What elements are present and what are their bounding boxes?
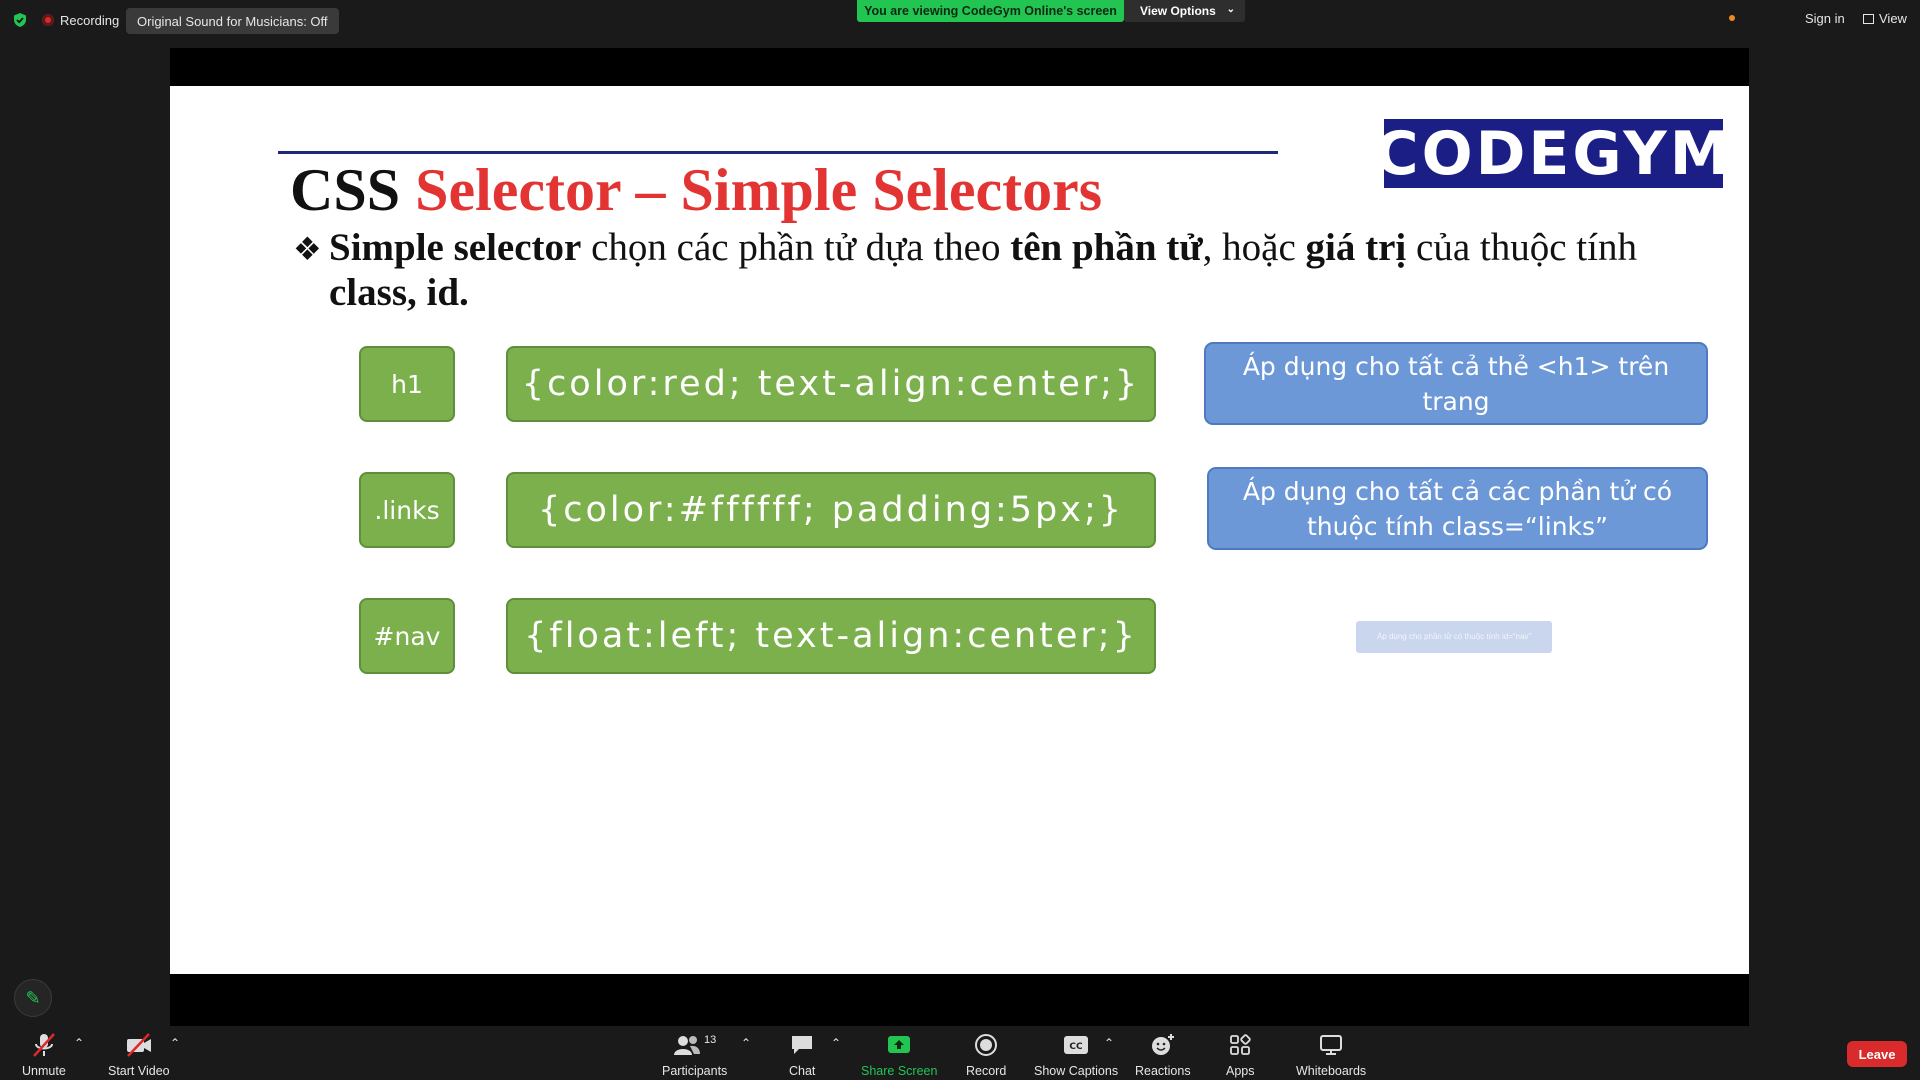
bullet-bold: class, id. — [329, 271, 469, 314]
meeting-top-bar: Recording Original Sound for Musicians: … — [0, 0, 1920, 40]
code-box: {float:left; text-align:center;} — [506, 598, 1156, 674]
svg-text:CC: CC — [1069, 1042, 1083, 1052]
selector-box: #nav — [359, 598, 455, 674]
record-button[interactable]: Record — [966, 1031, 1006, 1078]
annotate-pen-icon[interactable]: ✎ — [14, 979, 52, 1017]
apps-button[interactable]: Apps — [1226, 1031, 1255, 1078]
meeting-toolbar — [0, 1026, 1920, 1080]
show-captions-label: Show Captions — [1034, 1064, 1119, 1078]
participants-caret-icon[interactable]: ⌃ — [741, 1036, 751, 1050]
title-css: CSS — [290, 157, 416, 223]
audio-options-caret-icon[interactable]: ⌃ — [74, 1036, 84, 1050]
microphone-muted-icon — [32, 1033, 55, 1057]
diamond-bullet-icon: ❖ — [293, 231, 322, 267]
bullet-text: chọn các phần tử dựa theo — [581, 226, 1011, 269]
participants-count: 13 — [704, 1034, 717, 1046]
description-box: Áp dụng cho tất cả các phần tử có thuộc … — [1207, 467, 1708, 550]
chat-icon — [792, 1036, 813, 1054]
title-selector: Selector – Simple Selectors — [415, 157, 1103, 223]
closed-captions-icon: CC — [1064, 1036, 1089, 1054]
description-box: Áp dụng cho tất cả thẻ <h1> trên trang — [1204, 342, 1708, 425]
codegym-logo: CODEGYM — [1374, 118, 1733, 189]
participants-label: Participants — [662, 1064, 728, 1078]
selector-box: h1 — [359, 346, 455, 422]
video-off-icon — [126, 1033, 151, 1057]
apps-label: Apps — [1226, 1064, 1255, 1078]
whiteboards-label: Whiteboards — [1296, 1064, 1367, 1078]
unmute-label: Unmute — [22, 1064, 66, 1078]
bullet-text: của thuộc tính — [1406, 226, 1637, 269]
unmute-button[interactable]: Unmute — [22, 1031, 66, 1078]
code-box: {color:red; text-align:center;} — [506, 346, 1156, 422]
apps-icon — [1230, 1034, 1251, 1055]
bullet-bold: giá trị — [1305, 226, 1407, 269]
chevron-down-icon: ⌄ — [1226, 4, 1235, 15]
shield-check-icon[interactable] — [12, 12, 28, 28]
recording-indicator[interactable]: Recording — [42, 10, 119, 30]
presentation-slide: CODEGYM CSS Selector – Simple Selectors … — [170, 86, 1749, 974]
selector-box: .links — [359, 472, 455, 548]
reactions-button[interactable]: Reactions — [1135, 1031, 1191, 1078]
reactions-icon — [1151, 1034, 1174, 1055]
code-box: {color:#ffffff; padding:5px;} — [506, 472, 1156, 548]
bullet-term: Simple selector — [329, 226, 582, 269]
chat-caret-icon[interactable]: ⌃ — [831, 1036, 841, 1050]
leave-button[interactable]: Leave — [1847, 1041, 1907, 1067]
chat-button[interactable]: Chat — [789, 1031, 815, 1078]
reactions-label: Reactions — [1135, 1064, 1191, 1078]
notification-dot — [1729, 15, 1735, 21]
original-sound-toggle[interactable]: Original Sound for Musicians: Off — [126, 8, 339, 34]
participants-button[interactable]: 13 Participants — [662, 1031, 727, 1078]
slide-bullet: ❖ Simple selector chọn các phần tử dựa th… — [293, 226, 1693, 314]
view-options-button[interactable]: View Options ⌄ — [1124, 0, 1245, 22]
captions-caret-icon[interactable]: ⌃ — [1104, 1036, 1114, 1050]
start-video-button[interactable]: Start Video — [108, 1031, 170, 1078]
slide-title: CSS Selector – Simple Selectors — [290, 156, 1102, 225]
sign-in-link[interactable]: Sign in — [1805, 11, 1845, 26]
view-label: View — [1879, 11, 1907, 26]
bullet-bold: tên phần tử — [1010, 226, 1203, 269]
description-box-animating: Áp dụng cho phần tử có thuộc tính id=“na… — [1356, 621, 1552, 653]
start-video-label: Start Video — [108, 1064, 170, 1078]
view-button[interactable]: View — [1863, 11, 1907, 26]
grid-view-icon — [1863, 13, 1874, 24]
share-screen-icon — [888, 1036, 911, 1053]
recording-label: Recording — [60, 12, 120, 28]
viewing-screen-banner: You are viewing CodeGym Online's screen — [857, 0, 1124, 22]
record-label: Record — [966, 1064, 1007, 1078]
view-options-label: View Options — [1140, 4, 1216, 18]
title-divider — [278, 151, 1278, 154]
record-icon — [975, 1034, 998, 1056]
share-screen-label: Share Screen — [861, 1064, 938, 1078]
bullet-text: , hoặc — [1202, 226, 1306, 269]
participants-icon — [674, 1036, 701, 1055]
video-options-caret-icon[interactable]: ⌃ — [170, 1036, 180, 1050]
whiteboards-button[interactable]: Whiteboards — [1296, 1031, 1366, 1078]
recording-dot-icon — [42, 14, 54, 26]
whiteboard-icon — [1320, 1035, 1343, 1055]
share-screen-button[interactable]: Share Screen — [861, 1031, 937, 1078]
chat-label: Chat — [789, 1064, 816, 1078]
